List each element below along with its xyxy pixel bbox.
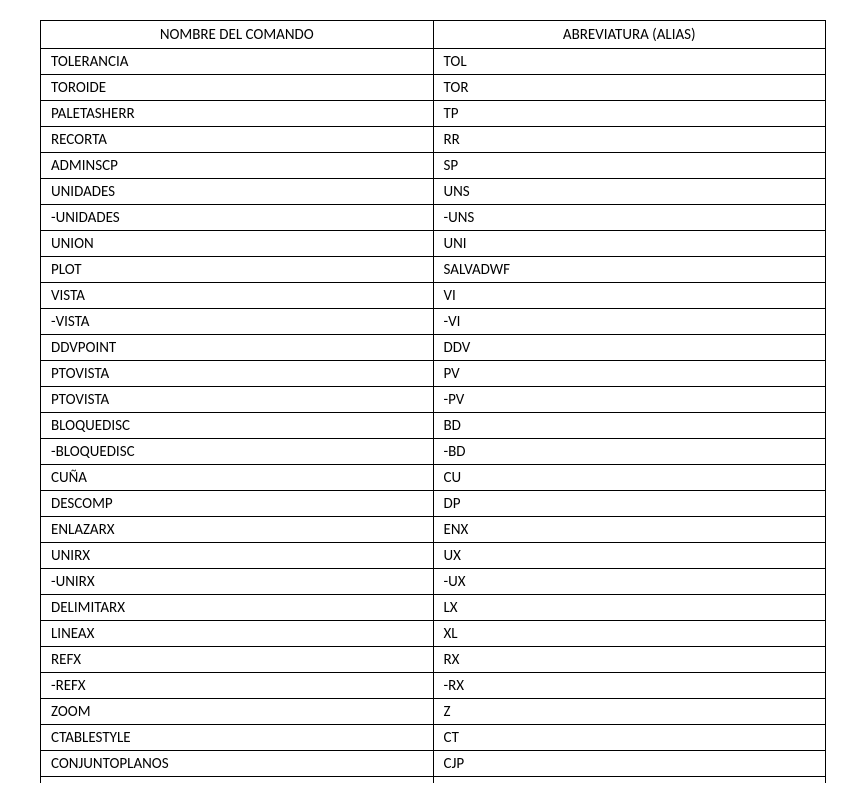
table-row: -REFX-RX xyxy=(41,673,826,699)
table-row: UNIDADESUNS xyxy=(41,179,826,205)
cell-comando: DELIMITARX xyxy=(41,595,434,621)
cell-comando: UNIDADES xyxy=(41,179,434,205)
table-row: ENLAZARXENX xyxy=(41,517,826,543)
cell-comando: VISTA xyxy=(41,283,434,309)
table-row: BLOQUEDISCBD xyxy=(41,413,826,439)
table-row: REFXRX xyxy=(41,647,826,673)
cell-alias: -BD xyxy=(433,439,826,465)
cell-alias: -RX xyxy=(433,673,826,699)
cell-comando: PTOVISTA xyxy=(41,361,434,387)
table-row: TOROIDETOR xyxy=(41,75,826,101)
cell-alias: -UX xyxy=(433,569,826,595)
cell-comando: TOLERANCIA xyxy=(41,49,434,75)
cell-comando: UNIRX xyxy=(41,543,434,569)
table-row: UNIRXUX xyxy=(41,543,826,569)
cell-alias: CJP xyxy=(433,751,826,777)
cell-alias: -UNS xyxy=(433,205,826,231)
table-header-row: NOMBRE DEL COMANDO ABREVIATURA (ALIAS) xyxy=(41,21,826,49)
table-row: PLOTSALVADWF xyxy=(41,257,826,283)
cell-alias: SALVADWF xyxy=(433,257,826,283)
table-row: TOLERANCIATOL xyxy=(41,49,826,75)
cell-comando: -UNIDADES xyxy=(41,205,434,231)
table-row: CONJUNTOPLANOSCJP xyxy=(41,751,826,777)
header-alias: ABREVIATURA (ALIAS) xyxy=(433,21,826,49)
table-row: LINEAXXL xyxy=(41,621,826,647)
commands-table-container: NOMBRE DEL COMANDO ABREVIATURA (ALIAS) T… xyxy=(40,20,826,783)
cell-alias: -PV xyxy=(433,387,826,413)
cell-comando: REFX xyxy=(41,647,434,673)
table-row: CUÑACU xyxy=(41,465,826,491)
cell-comando: ZOOM xyxy=(41,699,434,725)
cell-alias: SP xyxy=(433,153,826,179)
cell-alias: LX xyxy=(433,595,826,621)
table-row: ZOOMZ xyxy=(41,699,826,725)
cell-comando: CONJUNTOPLANOS xyxy=(41,751,434,777)
cell-comando: LINEAX xyxy=(41,621,434,647)
table-row: PTOVISTAPV xyxy=(41,361,826,387)
cell-alias: TAB xyxy=(433,777,826,784)
cell-comando: CUÑA xyxy=(41,465,434,491)
cell-alias: DP xyxy=(433,491,826,517)
table-row: PALETASHERRTP xyxy=(41,101,826,127)
cell-comando: -BLOQUEDISC xyxy=(41,439,434,465)
table-row: UNIONUNI xyxy=(41,231,826,257)
cell-comando: ADMINSCP xyxy=(41,153,434,179)
table-row: VISTAVI xyxy=(41,283,826,309)
table-row: DELIMITARXLX xyxy=(41,595,826,621)
table-row: -UNIRX-UX xyxy=(41,569,826,595)
cell-comando: -VISTA xyxy=(41,309,434,335)
table-row: ADMINSCPSP xyxy=(41,153,826,179)
cell-comando: CTABLESTYLE xyxy=(41,725,434,751)
table-row: DESCOMPDP xyxy=(41,491,826,517)
cell-comando: ENLAZARX xyxy=(41,517,434,543)
cell-alias: UNI xyxy=(433,231,826,257)
cell-comando: TABLA xyxy=(41,777,434,784)
cell-alias: CT xyxy=(433,725,826,751)
cell-alias: Z xyxy=(433,699,826,725)
cell-alias: RR xyxy=(433,127,826,153)
table-row: DDVPOINTDDV xyxy=(41,335,826,361)
cell-comando: PLOT xyxy=(41,257,434,283)
table-body: TOLERANCIATOLTOROIDETORPALETASHERRTPRECO… xyxy=(41,49,826,784)
cell-comando: PALETASHERR xyxy=(41,101,434,127)
cell-comando: PTOVISTA xyxy=(41,387,434,413)
cell-alias: TP xyxy=(433,101,826,127)
cell-comando: -REFX xyxy=(41,673,434,699)
cell-alias: UX xyxy=(433,543,826,569)
table-row: -BLOQUEDISC-BD xyxy=(41,439,826,465)
cell-alias: TOL xyxy=(433,49,826,75)
table-row: TABLATAB xyxy=(41,777,826,784)
cell-alias: PV xyxy=(433,361,826,387)
cell-alias: VI xyxy=(433,283,826,309)
cell-alias: -VI xyxy=(433,309,826,335)
table-row: RECORTARR xyxy=(41,127,826,153)
cell-comando: -UNIRX xyxy=(41,569,434,595)
table-row: -UNIDADES-UNS xyxy=(41,205,826,231)
table-row: CTABLESTYLECT xyxy=(41,725,826,751)
cell-alias: UNS xyxy=(433,179,826,205)
header-comando: NOMBRE DEL COMANDO xyxy=(41,21,434,49)
cell-comando: BLOQUEDISC xyxy=(41,413,434,439)
cell-alias: XL xyxy=(433,621,826,647)
cell-comando: TOROIDE xyxy=(41,75,434,101)
cell-comando: DDVPOINT xyxy=(41,335,434,361)
table-row: -VISTA-VI xyxy=(41,309,826,335)
table-row: PTOVISTA-PV xyxy=(41,387,826,413)
cell-comando: RECORTA xyxy=(41,127,434,153)
cell-alias: BD xyxy=(433,413,826,439)
cell-comando: UNION xyxy=(41,231,434,257)
cell-alias: CU xyxy=(433,465,826,491)
cell-comando: DESCOMP xyxy=(41,491,434,517)
cell-alias: DDV xyxy=(433,335,826,361)
cell-alias: RX xyxy=(433,647,826,673)
commands-table: NOMBRE DEL COMANDO ABREVIATURA (ALIAS) T… xyxy=(40,20,826,783)
cell-alias: ENX xyxy=(433,517,826,543)
cell-alias: TOR xyxy=(433,75,826,101)
